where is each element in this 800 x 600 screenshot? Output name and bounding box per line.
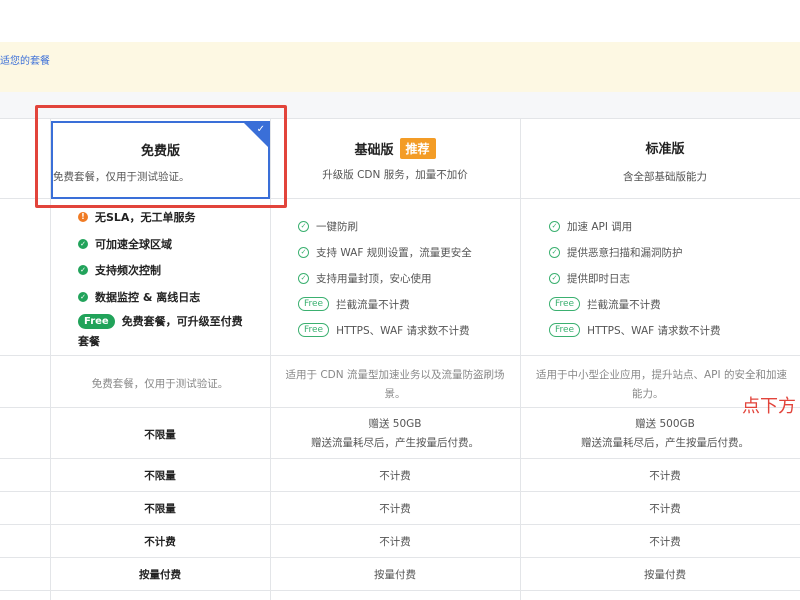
row3-standard: 不计费 [649,470,681,482]
annotation-text: 点下方 [742,396,796,417]
row-divider [0,355,800,356]
row6-basic: 按量付费 [374,569,416,581]
plan-desc-standard: 含全部基础版能力 [623,171,707,183]
free-pill: Free [298,297,330,311]
check-outline-icon: ✓ [549,220,560,232]
list-item: Free 拦截流量不计费 [298,291,472,317]
check-circle-icon: ✓ [78,265,88,276]
row-divider [0,590,800,591]
row4-basic: 不计费 [379,503,411,515]
free-pill: Free [549,297,581,311]
list-item: ✓ 支持用量封顶，安心使用 [298,265,472,291]
list-item: Free HTTPS、WAF 请求数不计费 [549,317,721,343]
row5-basic: 不计费 [379,536,411,548]
row4-standard: 不计费 [649,503,681,515]
row3-basic: 不计费 [379,470,411,482]
plan-name-basic: 基础版 [354,143,394,158]
check-outline-icon: ✓ [549,272,560,284]
recommend-badge: 推荐 [399,138,436,159]
list-item: 套餐 [78,335,100,348]
row5-free: 不计费 [144,536,176,548]
notice-banner [0,42,800,92]
free-feature-list: ! 无SLA，无工单服务 ✓ 可加速全球区域 ✓ 支持频次控制 ✓ 数据监控 & 离线日… [78,204,243,350]
scenario-basic: 适用于 CDN 流量型加速业务以及流量防盗刷场 景。 [285,369,505,400]
row-divider [0,458,800,459]
row4-free: 不限量 [144,503,176,515]
scenario-free: 免费套餐，仅用于测试验证。 [91,378,229,390]
list-item: ✓ 数据监控 & 离线日志 [78,284,243,311]
check-outline-icon: ✓ [298,272,309,284]
free-pill: Free [298,323,330,337]
check-outline-icon: ✓ [298,246,309,258]
banner-text: 适您的套餐 [0,56,50,67]
traffic-basic: 赠送 50GB 赠送流量耗尽后，产生按量后付费。 [311,418,479,449]
row3-free: 不限量 [144,470,176,482]
list-item: ✓ 加速 API 调用 [549,213,721,239]
row6-free: 按量付费 [139,569,181,581]
check-outline-icon: ✓ [549,246,560,258]
plan-desc-basic: 升级版 CDN 服务，加量不加价 [322,169,468,181]
list-item: ✓ 可加速全球区域 [78,231,243,258]
list-item: ✓ 支持频次控制 [78,257,243,284]
list-item: ✓ 一键防刷 [298,213,472,239]
top-bar [0,0,800,42]
list-item: ✓ 提供即时日志 [549,265,721,291]
check-circle-icon: ✓ [78,238,88,249]
free-pill: Free [549,323,581,337]
highlight-box [35,105,287,208]
row5-standard: 不计费 [649,536,681,548]
traffic-free: 不限量 [144,429,176,441]
list-item: Free 拦截流量不计费 [549,291,721,317]
row6-standard: 按量付费 [644,569,686,581]
free-pill: Free [78,313,115,329]
row-divider [0,407,800,408]
traffic-standard: 赠送 500GB 赠送流量耗尽后，产生按量后付费。 [581,418,749,449]
plan-card-standard[interactable]: 标准版 含全部基础版能力 [520,118,800,198]
standard-feature-list: ✓ 加速 API 调用 ✓ 提供恶意扫描和漏洞防护 ✓ 提供即时日志 Free 拦截流量… [549,213,721,343]
check-circle-icon: ✓ [78,291,88,302]
row-divider [0,524,800,525]
list-item: ✓ 支持 WAF 规则设置，流量更安全 [298,239,472,265]
list-item: ✓ 提供恶意扫描和漏洞防护 [549,239,721,265]
plan-name-standard: 标准版 [645,142,685,157]
list-item: Free 免费套餐，可升级至付费 [78,310,243,332]
warning-icon: ! [78,212,88,223]
list-item: Free HTTPS、WAF 请求数不计费 [298,317,472,343]
check-outline-icon: ✓ [298,220,309,232]
row-divider [0,491,800,492]
row-divider [0,557,800,558]
basic-feature-list: ✓ 一键防刷 ✓ 支持 WAF 规则设置，流量更安全 ✓ 支持用量封顶，安心使用 Fr… [298,213,472,343]
plan-card-basic[interactable]: 基础版 推荐 升级版 CDN 服务，加量不加价 [270,118,520,198]
